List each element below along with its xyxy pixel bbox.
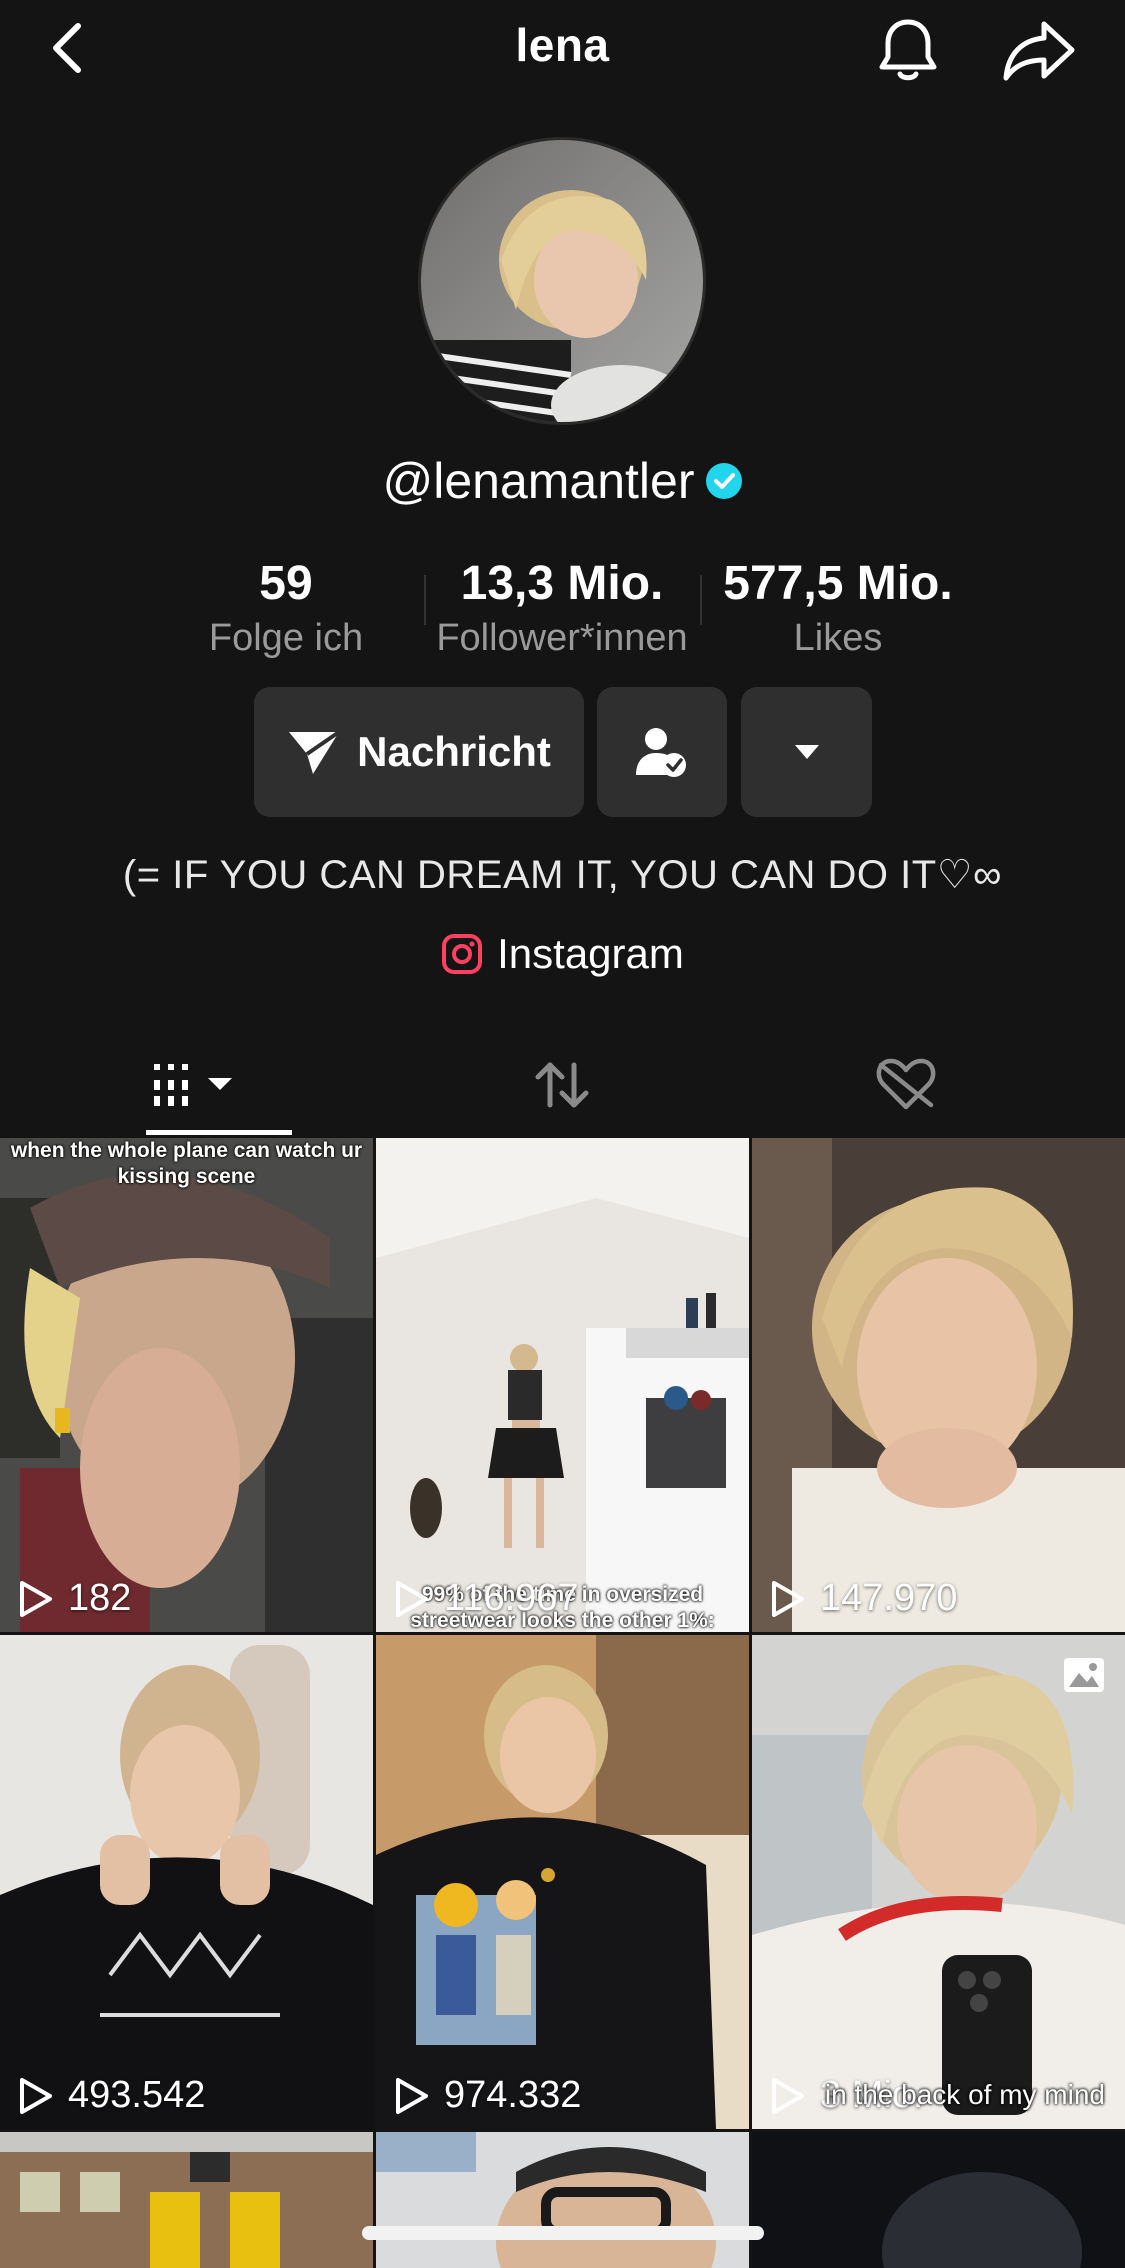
username: @lenamantler — [382, 453, 695, 509]
stat-label: Folge ich — [208, 617, 364, 659]
play-icon — [396, 1580, 428, 1617]
view-count-value: 116.967 — [444, 1577, 579, 1619]
avatar[interactable] — [418, 137, 706, 425]
view-count-value: 974.332 — [444, 2074, 582, 2116]
tab-liked[interactable] — [806, 1035, 1006, 1135]
video-thumbnail[interactable]: 974.332 — [376, 1635, 749, 2129]
video-thumbnail[interactable]: 3 Mio. in the back of my mind — [752, 1635, 1125, 2129]
play-icon — [396, 2077, 428, 2114]
repost-icon — [535, 1062, 589, 1108]
stat-followers[interactable]: 13,3 Mio. Follower*innen — [420, 555, 704, 663]
instagram-link[interactable]: Instagram — [0, 930, 1125, 978]
stat-value: 577,5 Mio. — [723, 557, 953, 610]
stat-likes[interactable]: 577,5 Mio. Likes — [708, 555, 968, 663]
video-caption: in the back of my mind — [824, 2079, 1105, 2110]
play-icon — [20, 2077, 52, 2114]
caret-down-icon — [794, 745, 819, 759]
instagram-label: Instagram — [497, 930, 684, 977]
video-thumbnail[interactable] — [0, 2132, 373, 2268]
friend-check-icon — [636, 728, 686, 777]
instagram-icon — [442, 934, 483, 974]
video-thumbnail[interactable]: 493.542 — [0, 1635, 373, 2129]
send-icon — [289, 730, 341, 774]
share-icon[interactable] — [1000, 14, 1080, 86]
username-row: @lenamantler — [0, 452, 1125, 510]
bell-icon[interactable] — [872, 14, 944, 86]
home-indicator[interactable] — [362, 2226, 764, 2240]
more-button[interactable] — [741, 687, 872, 817]
tab-reposts[interactable] — [462, 1035, 662, 1135]
view-count: 182 — [18, 1577, 131, 1620]
page-title: lena — [515, 19, 610, 71]
view-count-value: 147.970 — [820, 1577, 958, 1619]
video-thumbnail[interactable]: when the whole plane can watch ur kissin… — [0, 1138, 373, 1632]
view-count-value: 182 — [68, 1577, 132, 1619]
verified-icon — [705, 462, 742, 499]
active-tab-indicator — [146, 1130, 292, 1135]
top-bar: lena — [0, 0, 1125, 100]
grid-icon — [154, 1064, 232, 1106]
view-count: 974.332 — [394, 2074, 581, 2117]
play-icon — [772, 2077, 804, 2114]
tab-videos[interactable] — [100, 1035, 300, 1135]
photo-icon — [1064, 1658, 1104, 1692]
view-count: 147.970 — [770, 1577, 957, 1620]
play-icon — [20, 1580, 52, 1617]
stat-label: Likes — [793, 617, 883, 659]
content-tabs — [0, 1035, 1125, 1135]
stat-value: 13,3 Mio. — [460, 557, 664, 610]
liked-hidden-icon — [876, 1058, 936, 1110]
view-count: 493.542 — [18, 2074, 205, 2117]
video-thumbnail[interactable] — [752, 2132, 1125, 2268]
friends-button[interactable] — [597, 687, 727, 817]
bio-text: (= IF YOU CAN DREAM IT, YOU CAN DO IT♡∞ — [122, 853, 1003, 897]
video-thumbnail[interactable]: 147.970 — [752, 1138, 1125, 1632]
view-count-value: 493.542 — [68, 2074, 206, 2116]
message-button[interactable]: Nachricht — [254, 687, 584, 817]
stat-value: 59 — [259, 557, 313, 610]
video-thumbnail[interactable] — [376, 2132, 749, 2268]
stat-following[interactable]: 59 Folge ich — [186, 555, 386, 663]
stat-divider — [700, 575, 702, 625]
video-thumbnail[interactable]: 99% of the time in oversized streetwear … — [376, 1138, 749, 1632]
stat-label: Follower*innen — [436, 617, 688, 659]
message-label: Nachricht — [357, 728, 551, 775]
view-count: 116.967 — [394, 1577, 579, 1620]
video-caption: when the whole plane can watch ur kissin… — [10, 1139, 363, 1188]
play-icon — [772, 1580, 804, 1617]
